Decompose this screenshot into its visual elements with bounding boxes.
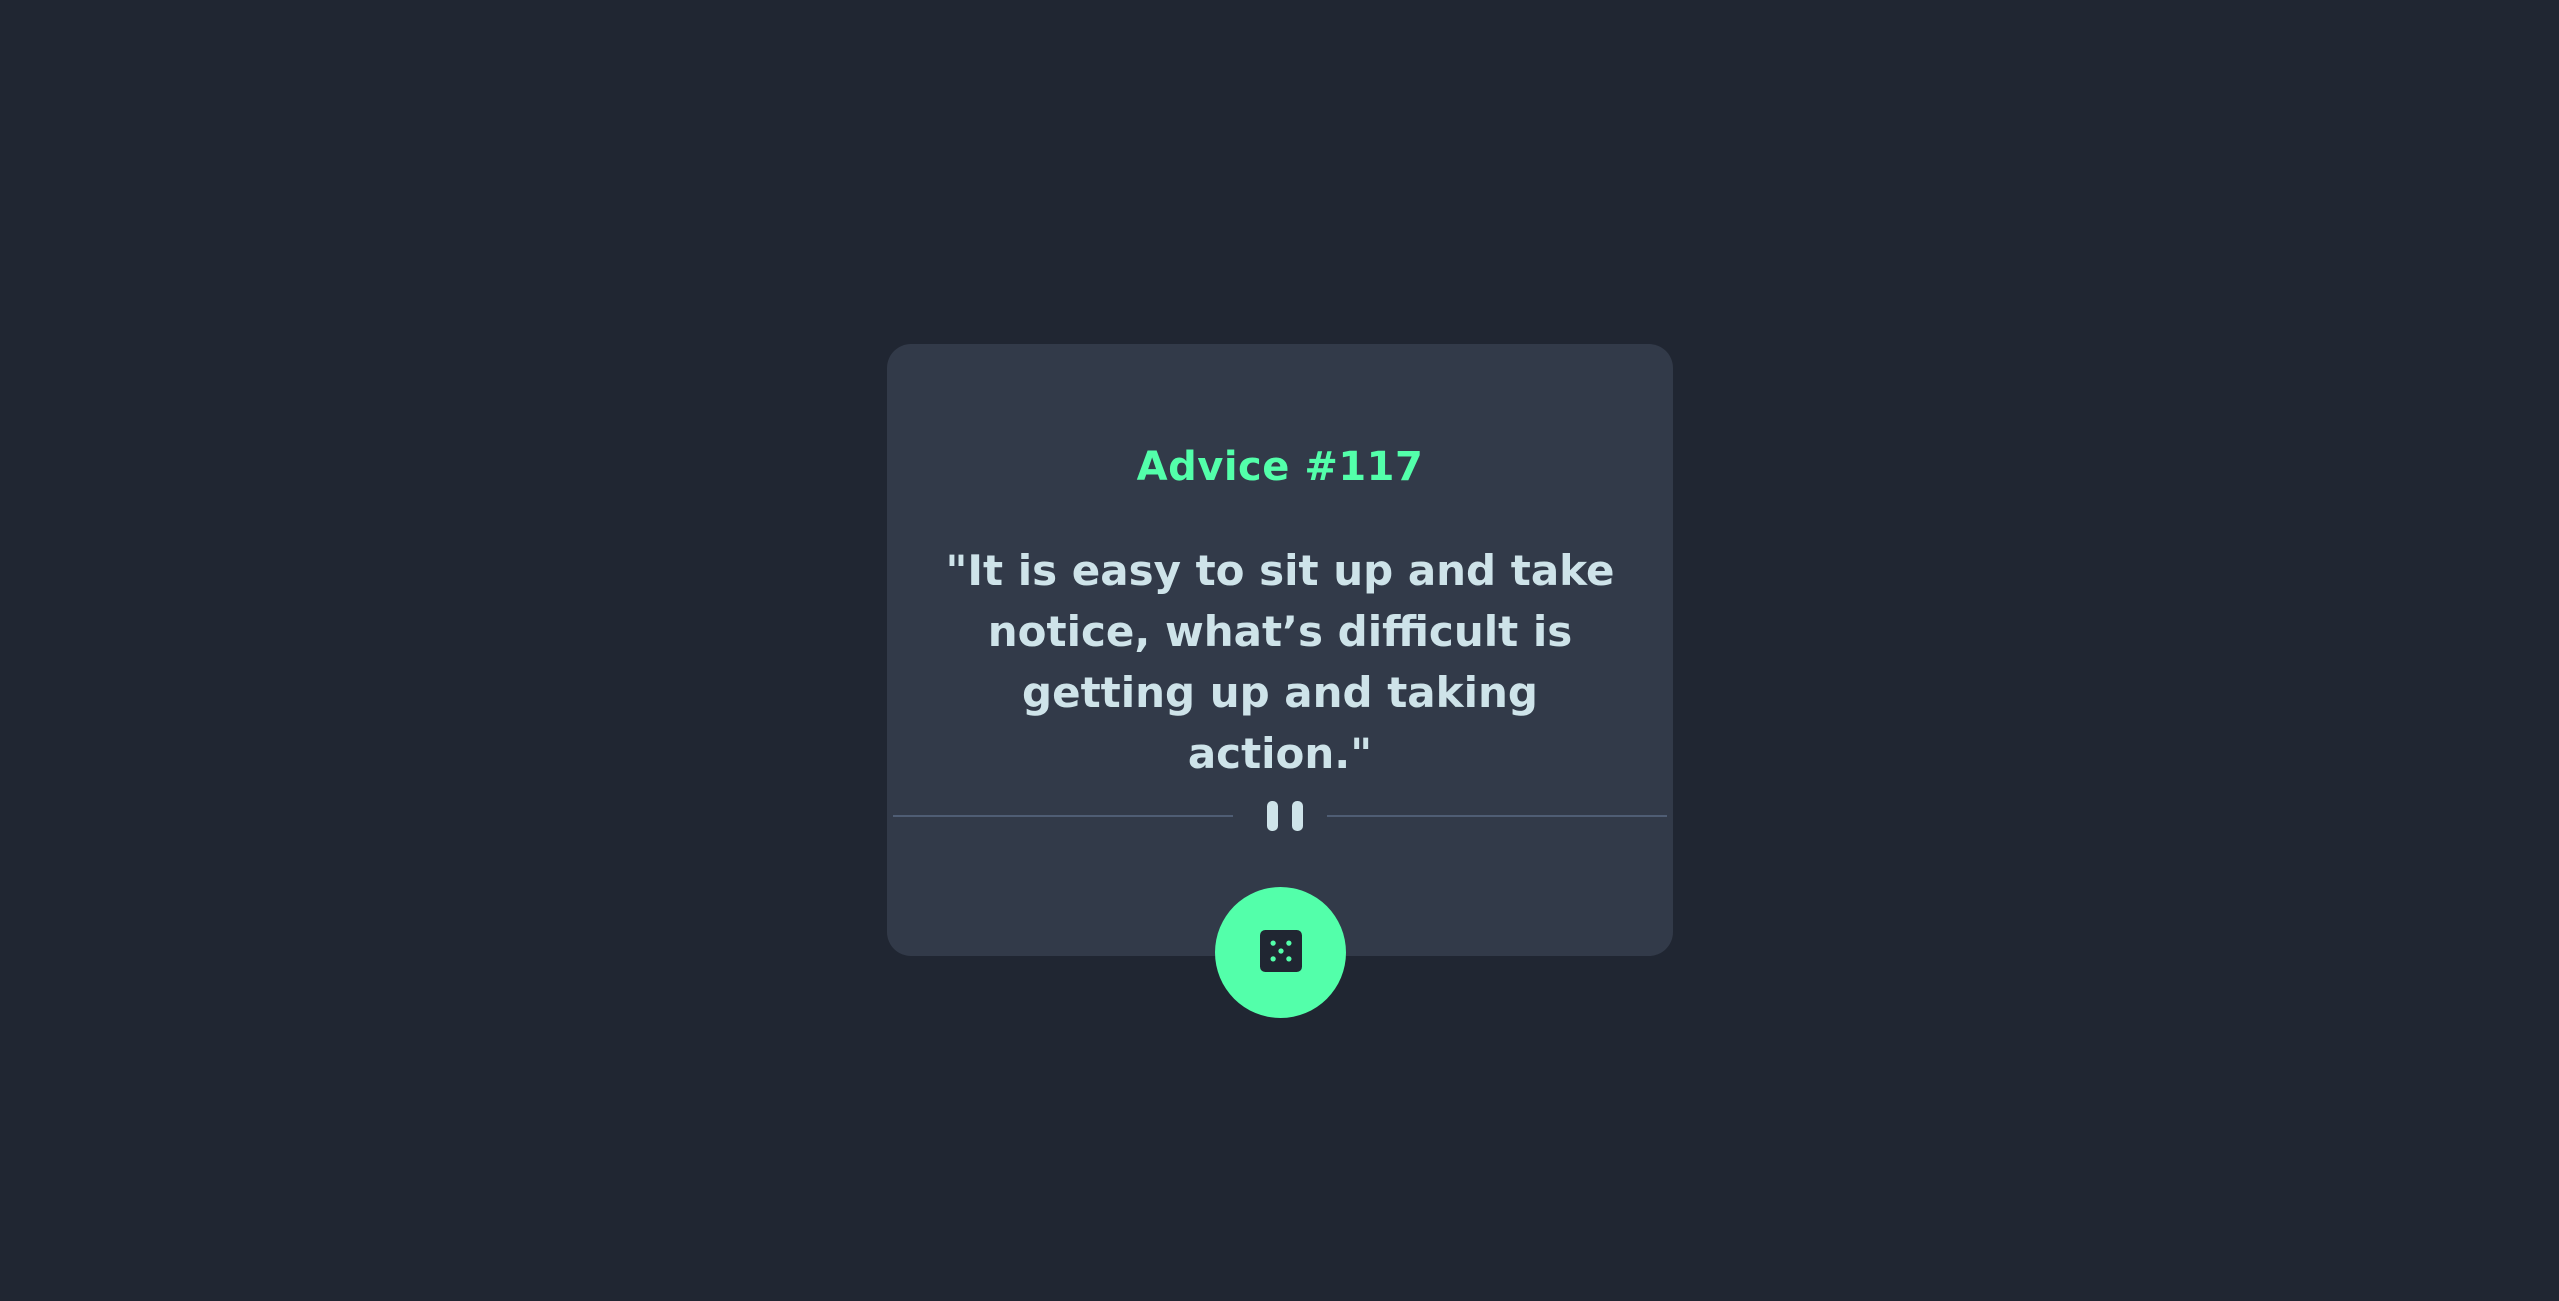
advice-card: Advice #117 "It is easy to sit up and ta… xyxy=(887,344,1673,956)
new-advice-button[interactable] xyxy=(1215,887,1346,1018)
pause-bar-right xyxy=(1292,801,1303,831)
pause-bar-left xyxy=(1267,801,1278,831)
pause-icon xyxy=(1267,801,1307,831)
divider-line-right xyxy=(1327,815,1667,817)
pattern-divider xyxy=(893,801,1667,831)
dice-icon xyxy=(1260,930,1302,972)
advice-quote: "It is easy to sit up and take notice, w… xyxy=(945,546,1615,778)
advice-number: Advice #117 xyxy=(1136,444,1424,490)
divider-line-left xyxy=(893,815,1233,817)
page: Advice #117 "It is easy to sit up and ta… xyxy=(0,0,2559,1301)
